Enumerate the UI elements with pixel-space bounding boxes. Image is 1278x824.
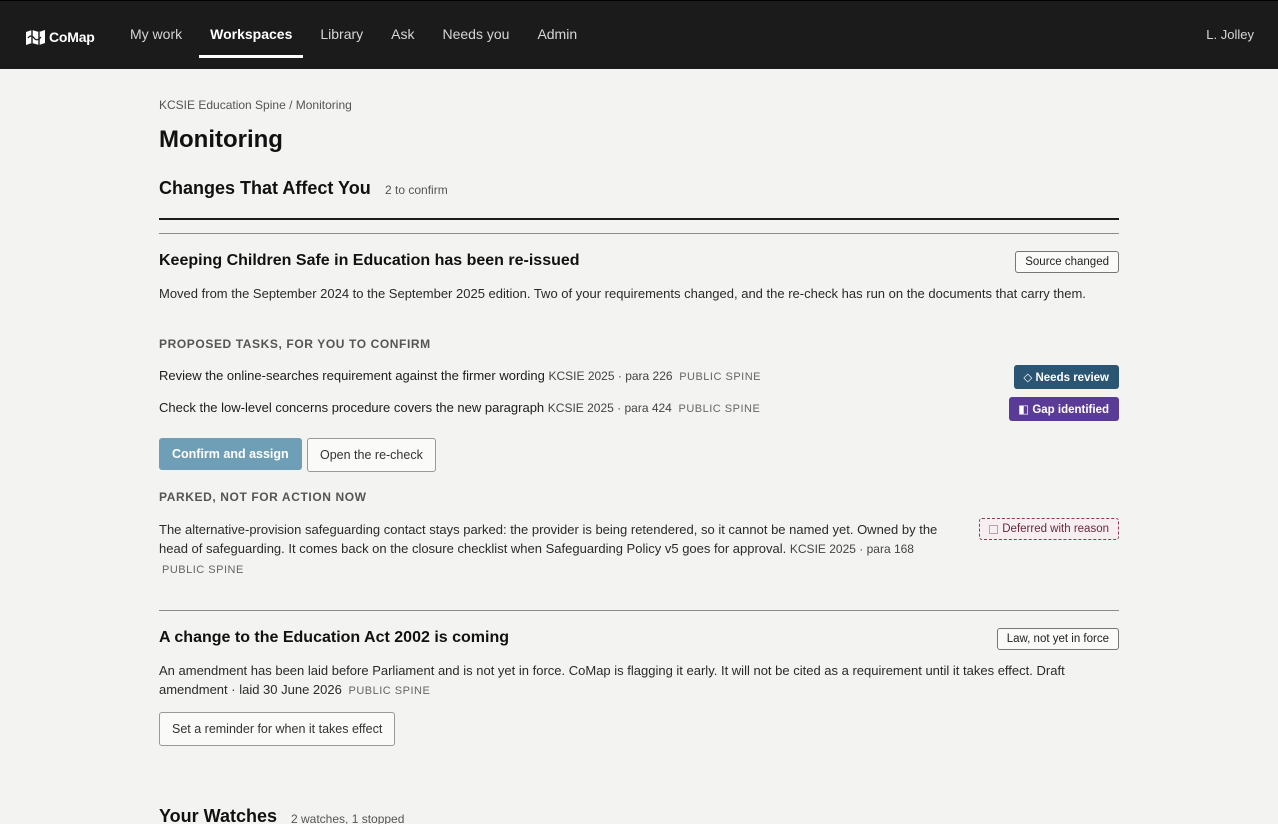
nav-item-workspaces[interactable]: Workspaces: [199, 1, 304, 70]
open-recheck-button[interactable]: Open the re-check: [307, 438, 436, 472]
main-nav: My work Workspaces Library Ask Needs you…: [130, 1, 605, 70]
nav-item-admin[interactable]: Admin: [537, 1, 577, 70]
half-square-icon: ◧: [1018, 404, 1030, 416]
section-divider: [159, 218, 1119, 220]
user-menu[interactable]: L. Jolley: [1206, 27, 1254, 42]
public-spine-tag: PUBLIC SPINE: [679, 371, 761, 383]
public-spine-tag: PUBLIC SPINE: [162, 564, 244, 576]
card-divider: [159, 233, 1119, 234]
parked-reference: KCSIE 2025 · para 168: [789, 542, 914, 556]
law-not-in-force-badge: Law, not yet in force: [996, 628, 1119, 650]
changes-section-title: Changes That Affect You: [159, 178, 371, 198]
top-navigation-bar: CoMap My work Workspaces Library Ask Nee…: [0, 0, 1278, 69]
source-changed-badge: Source changed: [1015, 251, 1119, 273]
breadcrumb-separator: /: [285, 98, 296, 112]
watches-section-title: Your Watches: [159, 806, 278, 824]
diamond-icon: ◇: [1023, 372, 1033, 384]
confirm-and-assign-button[interactable]: Confirm and assign: [159, 438, 302, 470]
changes-count: 2 to confirm: [385, 183, 448, 197]
checkbox-icon: [989, 524, 999, 534]
nav-item-ask[interactable]: Ask: [391, 1, 414, 70]
proposed-tasks-heading: PROPOSED TASKS, FOR YOU TO CONFIRM: [159, 337, 431, 351]
nav-item-library[interactable]: Library: [320, 1, 363, 70]
logo-text: CoMap: [49, 29, 95, 45]
breadcrumb-current: Monitoring: [295, 98, 352, 112]
nav-item-my-work[interactable]: My work: [130, 1, 182, 70]
breadcrumb: KCSIE Education Spine / Monitoring: [159, 98, 352, 112]
card-description: An amendment has been laid before Parlia…: [159, 663, 1065, 697]
public-spine-tag: PUBLIC SPINE: [348, 685, 431, 697]
task-text: Check the low-level concerns procedure c…: [159, 400, 545, 415]
logo[interactable]: CoMap: [25, 27, 95, 47]
needs-review-status: ◇ Needs review: [1014, 365, 1119, 389]
task-reference: KCSIE 2025 · para 424: [547, 401, 672, 415]
page-title: Monitoring: [159, 126, 283, 153]
task-row[interactable]: Review the online-searches requirement a…: [159, 368, 761, 383]
public-spine-tag: PUBLIC SPINE: [678, 403, 761, 415]
gap-identified-status: ◧ Gap identified: [1009, 397, 1119, 421]
card-description: Moved from the September 2024 to the Sep…: [159, 286, 1086, 301]
map-logo-icon: [26, 29, 45, 45]
parked-heading: PARKED, NOT FOR ACTION NOW: [159, 490, 367, 504]
task-reference: KCSIE 2025 · para 226: [548, 369, 673, 383]
watches-count: 2 watches, 1 stopped: [291, 812, 405, 824]
deferred-with-reason-badge: Deferred with reason: [979, 518, 1119, 540]
task-text: Review the online-searches requirement a…: [159, 368, 545, 383]
task-row[interactable]: Check the low-level concerns procedure c…: [159, 400, 760, 415]
nav-item-needs-you[interactable]: Needs you: [443, 1, 510, 70]
card-title-education-act: A change to the Education Act 2002 is co…: [159, 629, 509, 646]
card-title-kcsie-reissued: Keeping Children Safe in Education has b…: [159, 252, 580, 269]
set-reminder-button[interactable]: Set a reminder for when it takes effect: [159, 712, 396, 746]
parked-item-text: The alternative-provision safeguarding c…: [159, 522, 938, 576]
card-divider: [159, 610, 1119, 611]
breadcrumb-parent-link[interactable]: KCSIE Education Spine: [159, 98, 286, 112]
